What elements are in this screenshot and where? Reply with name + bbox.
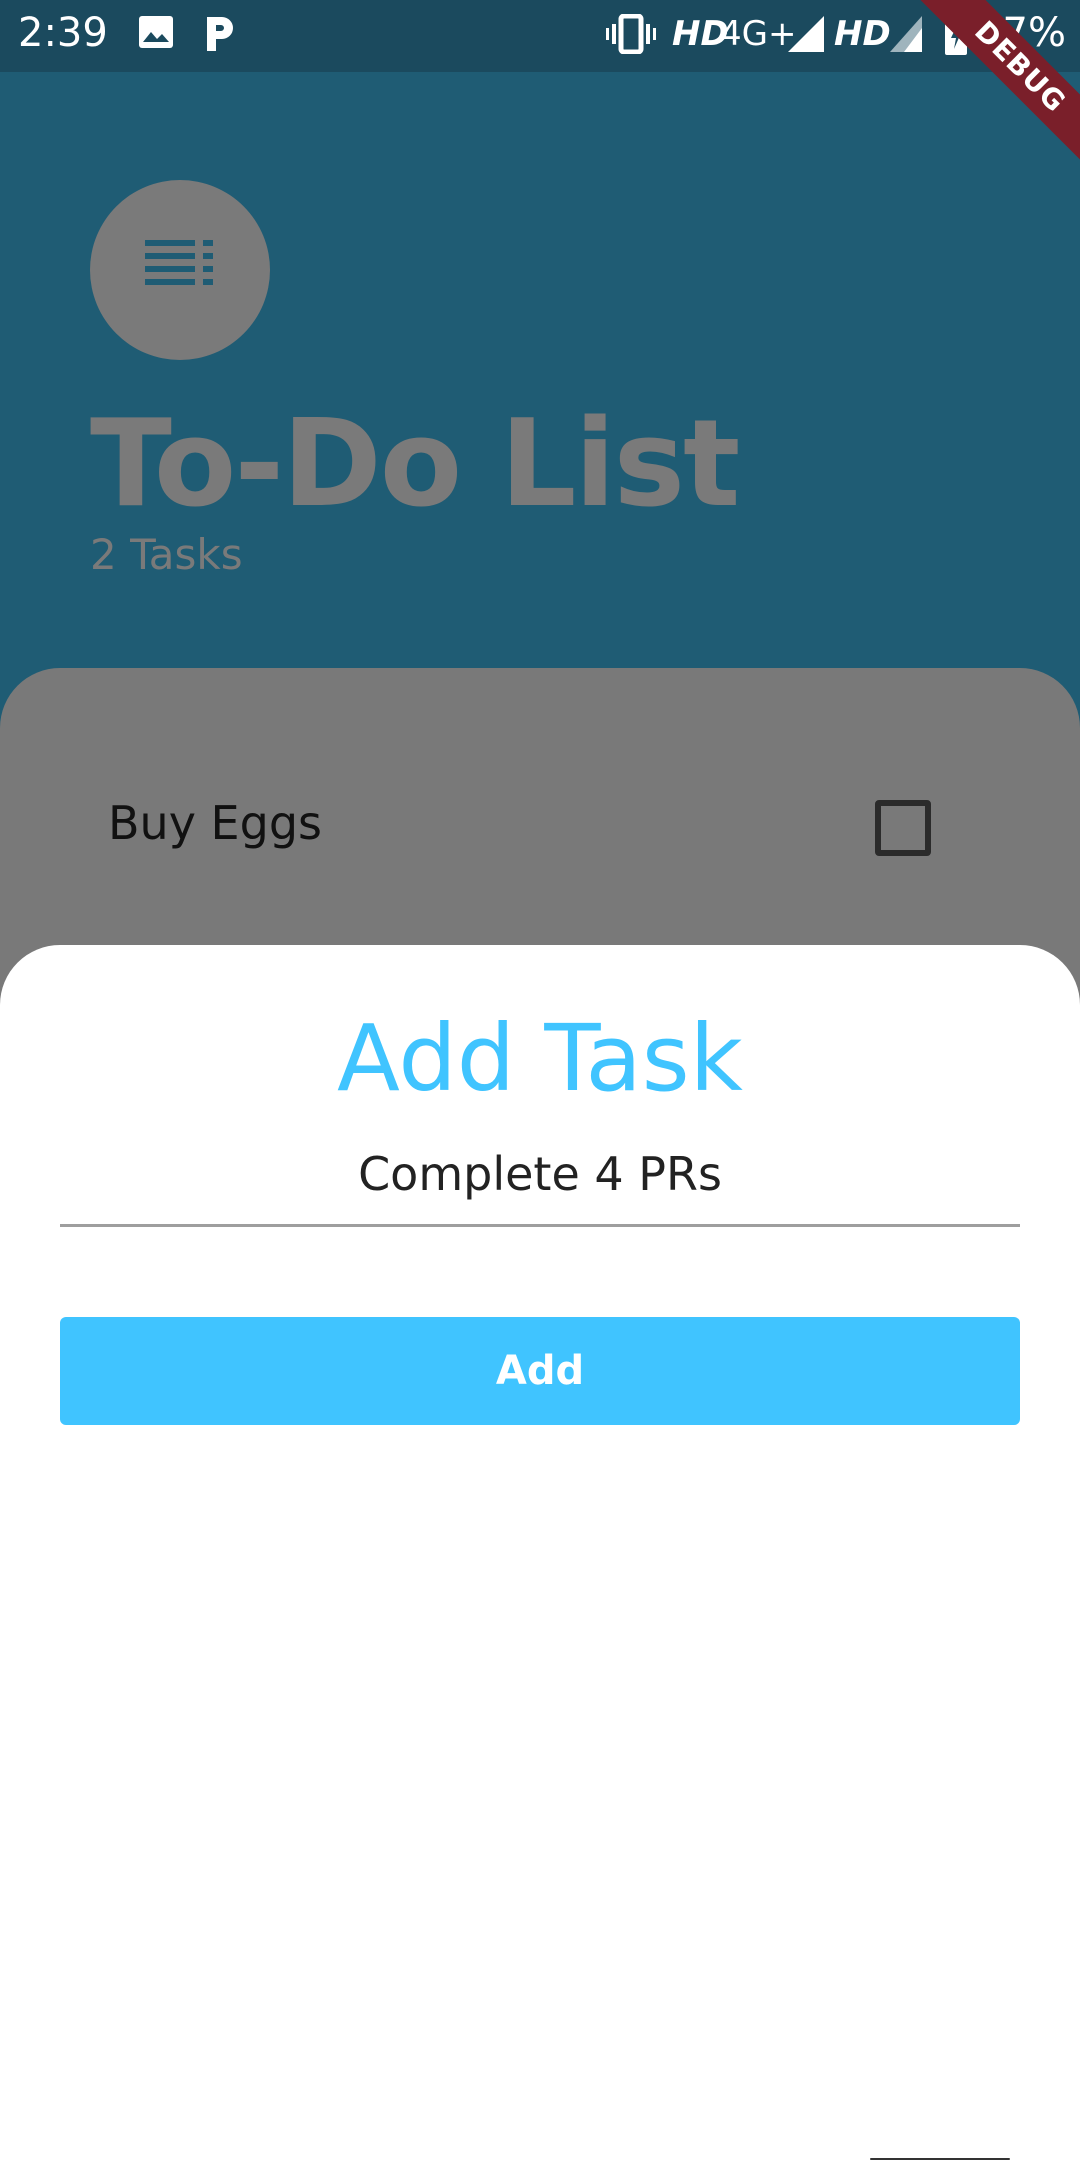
task-checkbox[interactable] xyxy=(875,800,931,856)
gallery-icon xyxy=(138,14,174,55)
menu-button[interactable] xyxy=(90,180,270,360)
network-label-hd-2: HD xyxy=(834,14,891,54)
network-type: 4G+ xyxy=(720,14,797,54)
vibrate-icon xyxy=(606,13,656,59)
status-bar: 2:39 HD 4G+ HD 87% xyxy=(0,0,1080,72)
task-input[interactable] xyxy=(60,1145,1020,1227)
signal-icon xyxy=(786,14,826,59)
page-title: To-Do List xyxy=(90,395,740,534)
pandora-icon xyxy=(204,14,236,59)
task-count: 2 Tasks xyxy=(90,530,243,579)
status-time: 2:39 xyxy=(18,10,108,56)
signal-icon xyxy=(888,14,924,59)
task-label: Buy Eggs xyxy=(108,796,322,850)
add-task-sheet: Add Task Add xyxy=(0,945,1080,2160)
sheet-title: Add Task xyxy=(337,1005,743,1112)
add-button[interactable]: Add xyxy=(60,1317,1020,1425)
battery-percent: 87% xyxy=(977,10,1066,56)
battery-charging-icon xyxy=(944,14,968,61)
list-menu-icon xyxy=(145,240,213,285)
